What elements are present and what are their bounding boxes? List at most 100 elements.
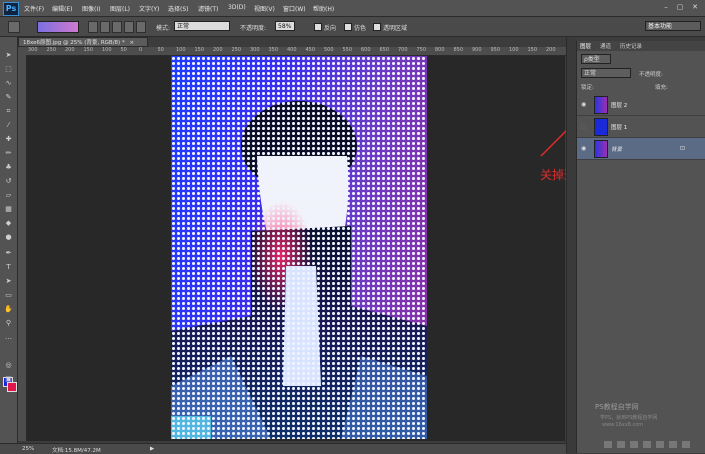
mode-select[interactable]: 正常 bbox=[174, 21, 230, 31]
visibility-eye-icon[interactable]: ◉ bbox=[581, 145, 586, 152]
status-bar: 25% 文档:15.8M/47.2M ▶ bbox=[0, 443, 566, 454]
menu-3d[interactable]: 3D(D) bbox=[228, 4, 246, 11]
ruler-tick: 300 bbox=[28, 47, 38, 53]
gradient-tool-icon[interactable]: ▦ bbox=[4, 205, 13, 213]
layer-kind-filter[interactable]: ρ类型 bbox=[581, 54, 611, 64]
radial-gradient-icon[interactable] bbox=[100, 21, 110, 33]
visibility-off-icon[interactable]: □ bbox=[581, 123, 587, 130]
pen-tool-icon[interactable]: ✒ bbox=[4, 249, 13, 257]
layer-row-background[interactable]: ◉ 背景 ⊡ bbox=[577, 138, 705, 160]
layer-thumbnail bbox=[594, 96, 608, 114]
visibility-eye-icon[interactable]: ◉ bbox=[581, 101, 586, 108]
add-mask-icon[interactable] bbox=[630, 441, 638, 448]
zoom-level[interactable]: 25% bbox=[22, 446, 34, 452]
hand-tool-icon[interactable]: ✋ bbox=[4, 305, 13, 313]
watermark-url: www.16xx8.com bbox=[602, 422, 644, 428]
ruler-tick: 450 bbox=[305, 47, 316, 53]
quick-select-tool-icon[interactable]: ✎ bbox=[4, 93, 13, 101]
layer-thumbnail bbox=[594, 140, 608, 158]
new-group-icon[interactable] bbox=[656, 441, 664, 448]
path-select-tool-icon[interactable]: ➤ bbox=[4, 277, 13, 285]
diamond-gradient-icon[interactable] bbox=[136, 21, 146, 33]
menu-type[interactable]: 文字(Y) bbox=[139, 4, 159, 13]
brush-tool-icon[interactable]: ✏ bbox=[4, 149, 13, 157]
type-tool-icon[interactable]: T bbox=[4, 263, 13, 271]
marquee-tool-icon[interactable]: ⬚ bbox=[4, 65, 13, 73]
clone-stamp-tool-icon[interactable]: ♣ bbox=[4, 163, 13, 171]
screen-mode-icon[interactable]: ▣ bbox=[4, 375, 13, 383]
status-arrow-icon[interactable]: ▶ bbox=[150, 446, 154, 452]
transparency-checkbox[interactable] bbox=[373, 23, 381, 31]
mode-label: 模式: bbox=[156, 25, 171, 32]
quick-mask-icon[interactable]: ◎ bbox=[4, 361, 13, 369]
dither-checkbox[interactable] bbox=[344, 23, 352, 31]
maximize-button[interactable]: ▢ bbox=[674, 3, 686, 12]
angle-gradient-icon[interactable] bbox=[112, 21, 122, 33]
document-image[interactable] bbox=[171, 56, 427, 439]
minimize-button[interactable]: – bbox=[660, 3, 672, 12]
link-layers-icon[interactable] bbox=[604, 441, 612, 448]
opacity-input[interactable]: 58% bbox=[275, 21, 295, 31]
lasso-tool-icon[interactable]: ∿ bbox=[4, 79, 13, 87]
watermark-title: PS教程自学网 bbox=[595, 403, 639, 411]
gradient-tool-preset-icon[interactable] bbox=[8, 21, 20, 33]
menu-window[interactable]: 窗口(W) bbox=[283, 4, 306, 13]
eraser-tool-icon[interactable]: ▱ bbox=[4, 191, 13, 199]
dodge-tool-icon[interactable]: ● bbox=[4, 233, 13, 241]
layer-name: 背景 bbox=[611, 147, 623, 153]
ruler-tick: 0 bbox=[139, 47, 143, 53]
ruler-tick: 650 bbox=[379, 47, 390, 53]
document-tab[interactable]: 18xe6原图.jpg @ 25% (背景, RGB/8) * × bbox=[18, 37, 148, 47]
layer-style-icon[interactable] bbox=[617, 441, 625, 448]
layer-row-layer2[interactable]: ◉ 图层 2 bbox=[577, 94, 705, 116]
blend-mode-select[interactable]: 正常 bbox=[581, 68, 631, 78]
menu-file[interactable]: 文件(F) bbox=[24, 4, 44, 13]
reverse-checkbox[interactable] bbox=[314, 23, 322, 31]
blur-tool-icon[interactable]: ◆ bbox=[4, 219, 13, 227]
menu-view[interactable]: 视图(V) bbox=[254, 4, 275, 13]
tab-layers[interactable]: 图层 bbox=[580, 42, 591, 50]
linear-gradient-icon[interactable] bbox=[88, 21, 98, 33]
ruler-tick: 250 bbox=[46, 47, 57, 53]
ruler-tick: 550 bbox=[342, 47, 353, 53]
healing-tool-icon[interactable]: ✚ bbox=[4, 135, 13, 143]
dither-label: 仿色 bbox=[354, 25, 367, 32]
workspace-select[interactable]: 基本功能 bbox=[645, 21, 701, 31]
menu-edit[interactable]: 编辑(E) bbox=[52, 4, 72, 13]
ruler-tick: 150 bbox=[194, 47, 205, 53]
zoom-tool-icon[interactable]: ⚲ bbox=[4, 319, 13, 327]
eyedropper-tool-icon[interactable]: ⁄ bbox=[4, 121, 13, 129]
delete-layer-icon[interactable] bbox=[682, 441, 690, 448]
history-brush-tool-icon[interactable]: ↺ bbox=[4, 177, 13, 185]
layer-row-layer1[interactable]: □ 图层 1 bbox=[577, 116, 705, 138]
ruler-tick: 300 bbox=[250, 47, 260, 53]
menu-filter[interactable]: 滤镜(T) bbox=[198, 4, 218, 13]
ruler-tick: 150 bbox=[83, 47, 94, 53]
close-window-button[interactable]: ✕ bbox=[689, 3, 701, 12]
ruler-tick: 50 bbox=[157, 47, 164, 53]
gradient-swatch[interactable] bbox=[37, 21, 79, 33]
reflected-gradient-icon[interactable] bbox=[124, 21, 134, 33]
ruler-tick: 850 bbox=[453, 47, 464, 53]
background-color-swatch[interactable] bbox=[7, 382, 17, 392]
shape-tool-icon[interactable]: ▭ bbox=[4, 291, 13, 299]
menu-layer[interactable]: 图层(L) bbox=[110, 4, 130, 13]
options-bar: 模式: 正常 不透明度: 58% 反向 仿色 透明区域 基本功能 bbox=[0, 17, 705, 37]
ruler-left bbox=[18, 55, 27, 441]
menu-image[interactable]: 图像(I) bbox=[82, 4, 100, 13]
menu-help[interactable]: 帮助(H) bbox=[313, 4, 334, 13]
tab-history[interactable]: 历史记录 bbox=[620, 42, 642, 50]
tab-channels[interactable]: 通道 bbox=[600, 42, 611, 50]
document-tab-title: 18xe6原图.jpg @ 25% (背景, RGB/8) * bbox=[23, 40, 125, 46]
toolbox: ➤ ⬚ ∿ ✎ ⌗ ⁄ ✚ ✏ ♣ ↺ ▱ ▦ ◆ ● ✒ T ➤ ▭ ✋ ⚲ … bbox=[0, 37, 18, 443]
menu-select[interactable]: 选择(S) bbox=[168, 4, 189, 13]
crop-tool-icon[interactable]: ⌗ bbox=[4, 107, 13, 115]
ruler-tick: 100 bbox=[176, 47, 186, 53]
move-tool-icon[interactable]: ➤ bbox=[4, 51, 13, 59]
ruler-tick: 200 bbox=[213, 47, 223, 53]
layer-name: 图层 1 bbox=[611, 125, 628, 131]
more-tools-icon[interactable]: … bbox=[4, 333, 13, 341]
close-tab-icon[interactable]: × bbox=[129, 40, 134, 46]
adjustment-layer-icon[interactable] bbox=[643, 441, 651, 448]
new-layer-icon[interactable] bbox=[669, 441, 677, 448]
